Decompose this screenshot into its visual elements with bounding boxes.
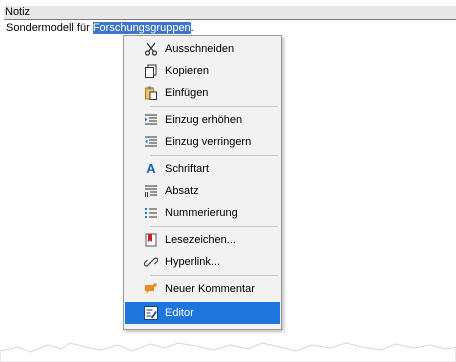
editor-icon bbox=[144, 306, 158, 320]
menu-item-label: Neuer Kommentar bbox=[165, 283, 255, 295]
menu-item-ausschneiden[interactable]: Ausschneiden bbox=[125, 38, 280, 60]
bookmark-icon bbox=[144, 233, 158, 247]
hyperlink-icon bbox=[144, 255, 158, 269]
menu-item-label: Kopieren bbox=[165, 65, 210, 77]
menu-item-label: Hyperlink... bbox=[165, 256, 221, 268]
torn-edge bbox=[0, 342, 456, 362]
menu-separator bbox=[150, 155, 278, 156]
menu-item-label: Nummerierung bbox=[165, 207, 238, 219]
menu-item-label: Einzug erhöhen bbox=[165, 114, 243, 126]
menu-item-lesezeichen[interactable]: Lesezeichen... bbox=[125, 229, 280, 251]
menu-item-label: Absatz bbox=[165, 185, 199, 197]
note-text-after: . bbox=[190, 22, 194, 34]
menu-item-label: Schriftart bbox=[165, 163, 210, 175]
context-menu: Ausschneiden Kopieren Einfügen Einzug er… bbox=[123, 35, 282, 330]
menu-separator bbox=[150, 275, 278, 276]
indent-decrease-icon bbox=[144, 135, 158, 149]
menu-item-hyperlink[interactable]: Hyperlink... bbox=[125, 251, 280, 273]
menu-item-einzug-erhoehen[interactable]: Einzug erhöhen bbox=[125, 109, 280, 131]
copy-icon bbox=[144, 64, 158, 78]
note-header-label: Notiz bbox=[5, 6, 31, 18]
menu-separator bbox=[150, 106, 278, 107]
menu-item-absatz[interactable]: Absatz bbox=[125, 180, 280, 202]
menu-item-label: Einfügen bbox=[165, 87, 209, 99]
menu-item-label: Einzug verringern bbox=[165, 136, 252, 148]
menu-item-label: Editor bbox=[165, 307, 194, 319]
menu-item-kopieren[interactable]: Kopieren bbox=[125, 60, 280, 82]
menu-separator bbox=[150, 226, 278, 227]
menu-item-schriftart[interactable]: A Schriftart bbox=[125, 158, 280, 180]
note-text-line[interactable]: Sondermodell für Forschungsgruppen. bbox=[6, 22, 194, 34]
comment-icon bbox=[144, 282, 158, 296]
indent-increase-icon bbox=[144, 113, 158, 127]
font-icon: A bbox=[146, 161, 156, 176]
menu-item-neuer-kommentar[interactable]: Neuer Kommentar bbox=[125, 278, 280, 300]
menu-item-nummerierung[interactable]: Nummerierung bbox=[125, 202, 280, 224]
menu-item-label: Ausschneiden bbox=[165, 43, 235, 55]
scissors-icon bbox=[144, 42, 158, 56]
paragraph-icon bbox=[144, 184, 158, 198]
note-header: Notiz bbox=[4, 6, 456, 20]
paste-icon bbox=[144, 86, 158, 100]
menu-item-editor[interactable]: Editor bbox=[125, 302, 280, 324]
note-text-before: Sondermodell für bbox=[6, 22, 93, 34]
menu-item-einzug-verringern[interactable]: Einzug verringern bbox=[125, 131, 280, 153]
numbering-icon bbox=[144, 206, 158, 220]
menu-item-einfuegen[interactable]: Einfügen bbox=[125, 82, 280, 104]
menu-item-label: Lesezeichen... bbox=[165, 234, 236, 246]
selected-text[interactable]: Forschungsgruppen bbox=[92, 22, 191, 34]
